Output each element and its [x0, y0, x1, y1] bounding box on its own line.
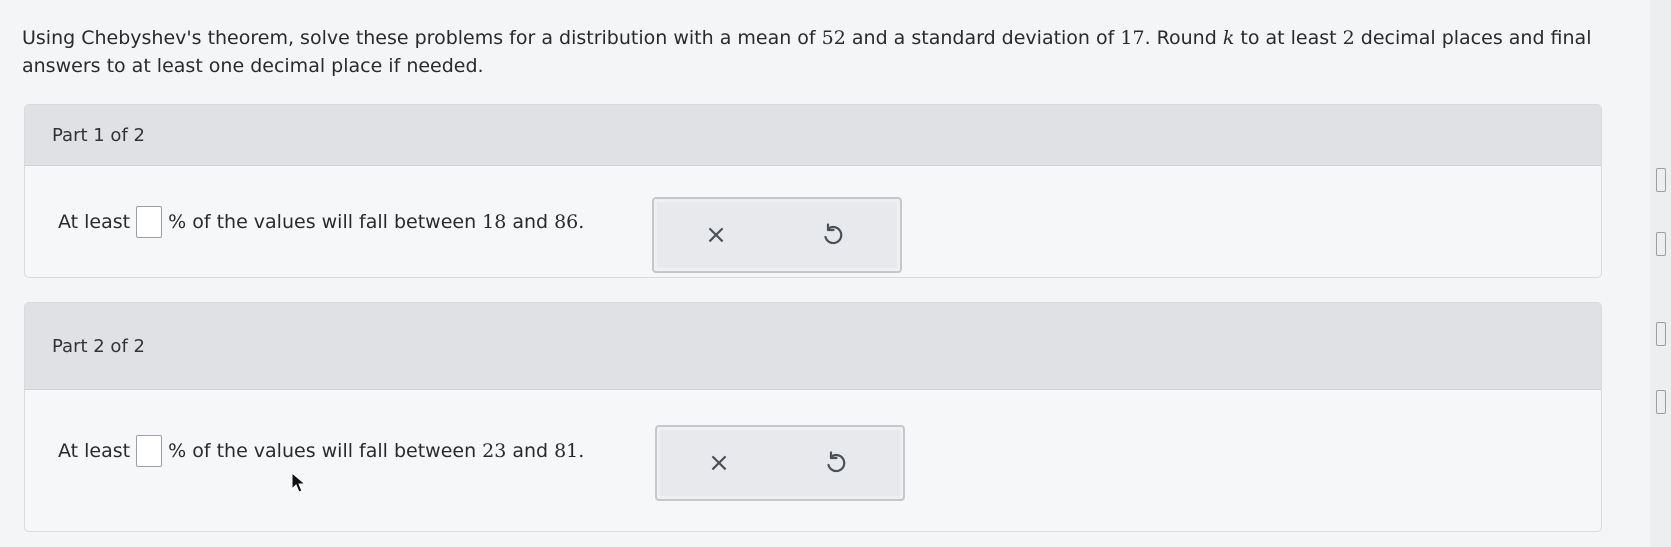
k-variable: k — [1222, 27, 1235, 49]
undo-button[interactable] — [814, 217, 850, 253]
lower-bound: 18 — [482, 211, 507, 233]
undo-icon — [824, 223, 843, 245]
decimal-places-value: 2 — [1342, 27, 1355, 49]
question-suffix: % of the values will fall between — [168, 211, 477, 233]
side-toolbar-edge — [1650, 0, 1671, 547]
intro-text: and a standard deviation of — [845, 27, 1121, 49]
problem-instructions: Using Chebyshev's theorem, solve these p… — [22, 24, 1602, 80]
question-prefix: At least — [58, 211, 131, 233]
side-tool-icon[interactable] — [1656, 168, 1666, 192]
side-tool-icon[interactable] — [1656, 322, 1666, 346]
clear-button[interactable]: × — [698, 217, 734, 253]
part-1-answer-input[interactable] — [136, 206, 163, 238]
upper-bound: 86. — [554, 211, 585, 233]
part-2-answer-input[interactable] — [136, 435, 163, 467]
standard-deviation-value: 17 — [1120, 27, 1145, 49]
undo-button[interactable] — [817, 445, 853, 481]
part-2-header: Part 2 of 2 — [25, 303, 1601, 390]
clear-button[interactable]: × — [701, 445, 737, 481]
question-suffix: % of the values will fall between — [168, 440, 477, 462]
question-prefix: At least — [58, 440, 131, 462]
part-2-answer-controls: × — [655, 425, 905, 501]
lower-bound: 23 — [482, 440, 507, 462]
and-text: and — [512, 211, 549, 233]
intro-text: to at least — [1234, 27, 1343, 49]
upper-bound: 81. — [554, 440, 585, 462]
mouse-cursor-icon — [291, 472, 307, 493]
part-1-question: At least % of the values will fall betwe… — [58, 206, 584, 238]
close-icon: × — [708, 448, 730, 478]
intro-text: . Round — [1144, 27, 1223, 49]
undo-icon — [827, 451, 846, 473]
part-2-panel: Part 2 of 2 At least % of the values wil… — [24, 302, 1602, 532]
side-tool-icon[interactable] — [1656, 232, 1666, 256]
intro-text: Using Chebyshev's theorem, solve these p… — [22, 27, 822, 49]
page: Using Chebyshev's theorem, solve these p… — [0, 0, 1671, 547]
part-1-header: Part 1 of 2 — [25, 105, 1601, 166]
part-2-question: At least % of the values will fall betwe… — [58, 435, 584, 467]
side-tool-icon[interactable] — [1656, 390, 1666, 414]
close-icon: × — [705, 220, 727, 250]
part-1-answer-controls: × — [652, 197, 902, 273]
mean-value: 52 — [821, 27, 846, 49]
part-1-panel: Part 1 of 2 At least % of the values wil… — [24, 104, 1602, 278]
and-text: and — [512, 440, 549, 462]
